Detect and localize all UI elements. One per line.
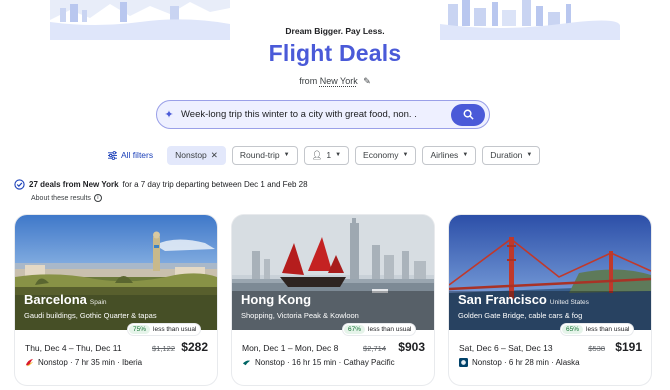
destination-name: Hong Kong	[241, 292, 314, 307]
info-icon[interactable]: i	[93, 194, 102, 202]
search-icon	[463, 109, 474, 120]
destination-name: Barcelona Spain	[24, 292, 107, 307]
destination-highlights: Golden Gate Bridge, cable cars & fog	[458, 311, 583, 320]
price-drop-badge: 65% less than usual	[561, 324, 634, 335]
deal-price: $903	[398, 340, 425, 354]
price-drop-label: less than usual	[153, 326, 197, 333]
sparkle-icon: ✦	[164, 109, 174, 121]
chevron-down-icon: ▼	[462, 152, 469, 158]
badge-check-icon	[14, 179, 25, 190]
destination-city: Barcelona	[24, 292, 87, 307]
price-drop-percent: 75%	[129, 325, 151, 334]
airlines-dropdown[interactable]: Airlines ▼	[422, 145, 477, 165]
search-bar[interactable]: ✦ Week-long trip this winter to a city w…	[156, 100, 490, 129]
chevron-down-icon: ▼	[402, 152, 409, 158]
edit-pencil-icon[interactable]: ✎	[363, 76, 371, 87]
price-drop-label: less than usual	[586, 326, 630, 333]
nonstop-label: Nonstop	[175, 150, 207, 160]
trip-dates: Mon, Dec 1 – Mon, Dec 8	[242, 343, 339, 353]
destination-highlights: Shopping, Victoria Peak & Kowloon	[241, 311, 359, 320]
duration-dropdown[interactable]: Duration ▼	[482, 145, 541, 165]
deal-card-san-francisco[interactable]: San Francisco United States Golden Gate B…	[449, 215, 651, 385]
deal-price: $282	[181, 340, 208, 354]
price-drop-badge: 75% less than usual	[128, 324, 201, 335]
destination-country: Spain	[89, 299, 107, 306]
destination-city: San Francisco	[458, 292, 547, 307]
deal-card-hong-kong[interactable]: Hong Kong Shopping, Victoria Peak & Kowl…	[232, 215, 434, 385]
origin-selector[interactable]: from New York ✎	[0, 76, 670, 87]
origin-city[interactable]: New York	[320, 76, 358, 86]
usual-price: $1,122	[152, 344, 175, 353]
trip-dates: Thu, Dec 4 – Thu, Dec 11	[25, 343, 122, 353]
flight-details: Nonstop · 7 hr 35 min · Iberia	[38, 358, 143, 367]
price-drop-label: less than usual	[368, 326, 412, 333]
usual-price: $538	[588, 344, 605, 353]
usual-price: $2,714	[363, 344, 386, 353]
deals-description: for a 7 day trip departing between Dec 1…	[122, 180, 308, 189]
alaska-airlines-logo-icon	[459, 358, 468, 367]
trip-type-dropdown[interactable]: Round-trip ▼	[231, 145, 298, 165]
flight-info: Nonstop · 16 hr 15 min · Cathay Pacific	[242, 358, 395, 367]
destination-city: Hong Kong	[241, 292, 312, 307]
origin-prefix: from	[299, 76, 318, 86]
trip-dates: Sat, Dec 6 – Sat, Dec 13	[459, 343, 553, 353]
trip-type-label: Round-trip	[239, 150, 280, 160]
person-icon: 👤︎	[311, 149, 323, 160]
chevron-down-icon: ▼	[526, 152, 533, 158]
iberia-logo-icon	[25, 358, 34, 367]
hero-banner: Dream Bigger. Pay Less. Flight Deals fro…	[0, 0, 670, 100]
sliders-icon	[108, 150, 117, 160]
search-input[interactable]: Week-long trip this winter to a city wit…	[181, 109, 451, 120]
cathay-pacific-logo-icon	[242, 360, 251, 366]
destination-country: United States	[549, 299, 589, 306]
about-results-link[interactable]: About these results i	[31, 194, 102, 202]
destination-highlights: Gaudi buildings, Gothic Quarter & tapas	[24, 311, 157, 320]
flight-details: Nonstop · 6 hr 28 min · Alaska	[472, 358, 580, 367]
all-filters-button[interactable]: All filters	[108, 150, 153, 160]
airlines-label: Airlines	[430, 150, 459, 160]
close-icon[interactable]: ✕	[211, 150, 218, 161]
price-drop-badge: 67% less than usual	[343, 324, 416, 335]
hero-tagline: Dream Bigger. Pay Less.	[285, 26, 385, 36]
cabin-dropdown[interactable]: Economy ▼	[355, 145, 417, 165]
nonstop-filter-chip[interactable]: Nonstop ✕	[167, 145, 226, 165]
cabin-label: Economy	[363, 150, 399, 160]
price-drop-percent: 67%	[344, 325, 366, 334]
deal-price: $191	[615, 340, 642, 354]
page-title: Flight Deals	[268, 40, 402, 66]
chevron-down-icon: ▼	[335, 152, 342, 158]
flight-details: Nonstop · 16 hr 15 min · Cathay Pacific	[255, 358, 395, 367]
results-summary: 27 deals from New York for a 7 day trip …	[14, 179, 308, 190]
flight-info: Nonstop · 6 hr 28 min · Alaska	[459, 358, 580, 367]
filter-bar: All filters Nonstop ✕ Round-trip ▼ 👤︎ 1 …	[108, 145, 541, 165]
destination-name: San Francisco United States	[458, 292, 589, 307]
about-results-label: About these results	[31, 194, 91, 202]
all-filters-label: All filters	[121, 150, 154, 160]
deals-count: 27 deals from New York	[29, 180, 119, 189]
passengers-count: 1	[326, 150, 332, 160]
passengers-dropdown[interactable]: 👤︎ 1 ▼	[303, 145, 350, 165]
chevron-down-icon: ▼	[283, 152, 290, 158]
deal-card-barcelona[interactable]: Barcelona Spain Gaudi buildings, Gothic Q…	[15, 215, 217, 385]
search-button[interactable]	[451, 103, 485, 126]
price-drop-percent: 65%	[562, 325, 584, 334]
duration-label: Duration	[490, 150, 523, 160]
flight-info: Nonstop · 7 hr 35 min · Iberia	[25, 358, 142, 367]
